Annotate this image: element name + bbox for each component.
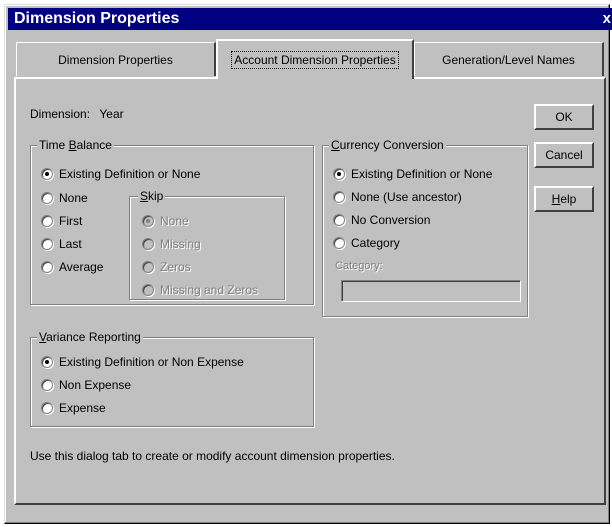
variance-reporting-group: Variance Reporting Existing Definition o… bbox=[30, 330, 314, 427]
radio-icon bbox=[333, 191, 345, 203]
radio-skip-missing[interactable]: Missing bbox=[142, 236, 201, 252]
radio-vr-non-expense[interactable]: Non Expense bbox=[41, 377, 131, 393]
close-icon[interactable]: x bbox=[603, 8, 611, 30]
currency-conversion-group: Currency Conversion Existing Definition … bbox=[322, 138, 528, 317]
tab-account-dimension-properties[interactable]: Account Dimension Properties bbox=[216, 39, 414, 79]
radio-tb-none[interactable]: None bbox=[41, 190, 88, 206]
currency-conversion-legend: Currency Conversion bbox=[329, 138, 446, 152]
skip-legend: Skip bbox=[138, 189, 166, 203]
ok-button[interactable]: OK bbox=[534, 104, 594, 130]
cancel-button[interactable]: Cancel bbox=[534, 142, 594, 168]
radio-icon bbox=[142, 261, 154, 273]
dimension-caption: Dimension: bbox=[30, 107, 91, 121]
tab-label: Generation/Level Names bbox=[442, 53, 575, 67]
category-label: Category: bbox=[335, 260, 383, 272]
time-balance-group: Time Balance Existing Definition or None… bbox=[30, 138, 314, 305]
radio-icon bbox=[41, 168, 53, 180]
help-button[interactable]: Help bbox=[534, 186, 594, 212]
radio-icon bbox=[41, 215, 53, 227]
radio-cc-existing[interactable]: Existing Definition or None bbox=[333, 166, 492, 182]
help-text: Use this dialog tab to create or modify … bbox=[30, 449, 395, 463]
radio-icon bbox=[333, 214, 345, 226]
tab-panel: Dimension: Year Time Balance Existing De… bbox=[14, 77, 606, 505]
radio-icon bbox=[41, 356, 53, 368]
variance-reporting-legend: Variance Reporting bbox=[37, 330, 143, 344]
radio-icon bbox=[142, 215, 154, 227]
radio-skip-missing-and-zeros[interactable]: Missing and Zeros bbox=[142, 282, 258, 298]
radio-tb-existing[interactable]: Existing Definition or None bbox=[41, 166, 200, 182]
radio-icon bbox=[41, 261, 53, 273]
category-input[interactable] bbox=[341, 280, 521, 302]
time-balance-legend: Time Balance bbox=[37, 138, 114, 152]
tab-dimension-properties[interactable]: Dimension Properties bbox=[16, 42, 216, 76]
radio-icon bbox=[41, 402, 53, 414]
window-title: Dimension Properties bbox=[14, 10, 180, 27]
radio-icon bbox=[333, 237, 345, 249]
radio-vr-existing[interactable]: Existing Definition or Non Expense bbox=[41, 354, 244, 370]
tab-label: Dimension Properties bbox=[58, 53, 173, 67]
radio-cc-category[interactable]: Category bbox=[333, 235, 400, 251]
tab-generation-level-names[interactable]: Generation/Level Names bbox=[414, 42, 604, 76]
dimension-label: Dimension: Year bbox=[30, 107, 124, 121]
title-bar[interactable]: Dimension Properties x bbox=[8, 8, 612, 30]
radio-icon bbox=[41, 238, 53, 250]
radio-tb-last[interactable]: Last bbox=[41, 236, 82, 252]
dimension-value: Year bbox=[99, 107, 124, 121]
radio-icon bbox=[142, 284, 154, 296]
radio-icon bbox=[333, 168, 345, 180]
radio-icon bbox=[41, 192, 53, 204]
radio-icon bbox=[142, 238, 154, 250]
radio-icon bbox=[41, 379, 53, 391]
radio-skip-zeros[interactable]: Zeros bbox=[142, 259, 191, 275]
radio-vr-expense[interactable]: Expense bbox=[41, 400, 106, 416]
radio-cc-no-conversion[interactable]: No Conversion bbox=[333, 212, 430, 228]
radio-cc-none-use-ancestor[interactable]: None (Use ancestor) bbox=[333, 189, 462, 205]
radio-tb-average[interactable]: Average bbox=[41, 259, 103, 275]
tab-label: Account Dimension Properties bbox=[231, 51, 399, 69]
radio-skip-none[interactable]: None bbox=[142, 213, 189, 229]
skip-group: Skip None Missing Zeros Missing and Zero… bbox=[129, 189, 285, 300]
radio-tb-first[interactable]: First bbox=[41, 213, 82, 229]
